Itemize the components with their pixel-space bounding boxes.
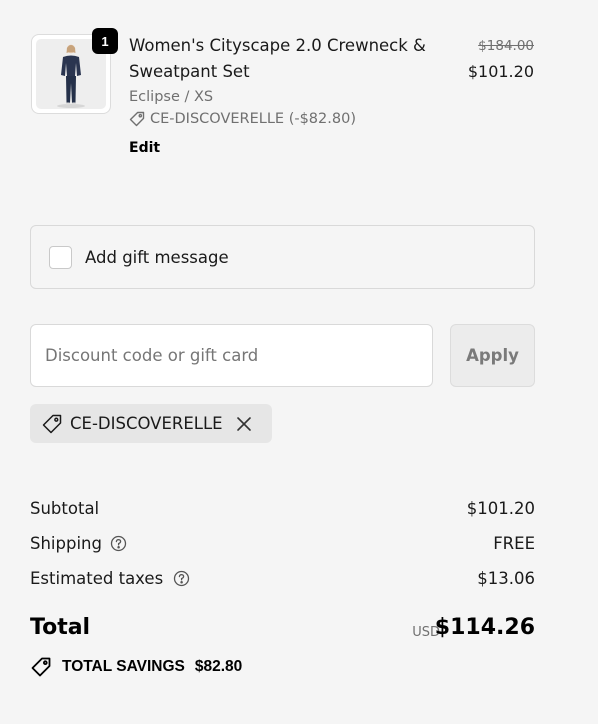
savings-value: $82.80 [194,658,243,675]
applied-discount-line: CE-DISCOVERELLE (-$82.80) [129,109,356,129]
savings-tag-icon [30,656,52,678]
shipping-label: Shipping [30,534,127,553]
gift-message-label: Add gift message [85,247,229,267]
tag-icon [129,111,145,127]
applied-code-label: CE-DISCOVERELLE [70,414,223,433]
edit-link[interactable]: Edit [129,140,160,156]
taxes-label: Estimated taxes [30,569,190,588]
discount-code-input[interactable] [30,324,433,387]
tag-icon [41,413,63,435]
gift-message-checkbox[interactable] [49,245,72,269]
apply-button[interactable]: Apply [450,324,535,387]
remove-code-close-icon[interactable] [236,416,252,432]
original-price: $184.00 [478,38,534,54]
total-savings: TOTAL SAVINGS $82.80 [30,656,242,678]
product-variant: Eclipse / XS [129,89,214,105]
quantity-badge: 1 [92,28,118,54]
shipping-value: FREE [493,534,535,553]
applied-discount-text: CE-DISCOVERELLE (-$82.80) [150,111,356,127]
applied-code-chip: CE-DISCOVERELLE [30,404,272,443]
subtotal-label: Subtotal [30,499,100,518]
total-label: Total [30,615,91,640]
subtotal-value: $101.20 [466,499,535,518]
gift-message-option[interactable]: Add gift message [30,225,535,289]
product-title: Women's Cityscape 2.0 Crewneck & Sweatpa… [129,36,426,81]
help-icon[interactable] [173,570,190,587]
taxes-value: $13.06 [477,569,535,588]
discounted-price: $101.20 [467,62,534,81]
savings-label: TOTAL SAVINGS [62,658,185,675]
help-icon[interactable] [110,535,127,552]
total-value: $114.26 [434,615,535,640]
